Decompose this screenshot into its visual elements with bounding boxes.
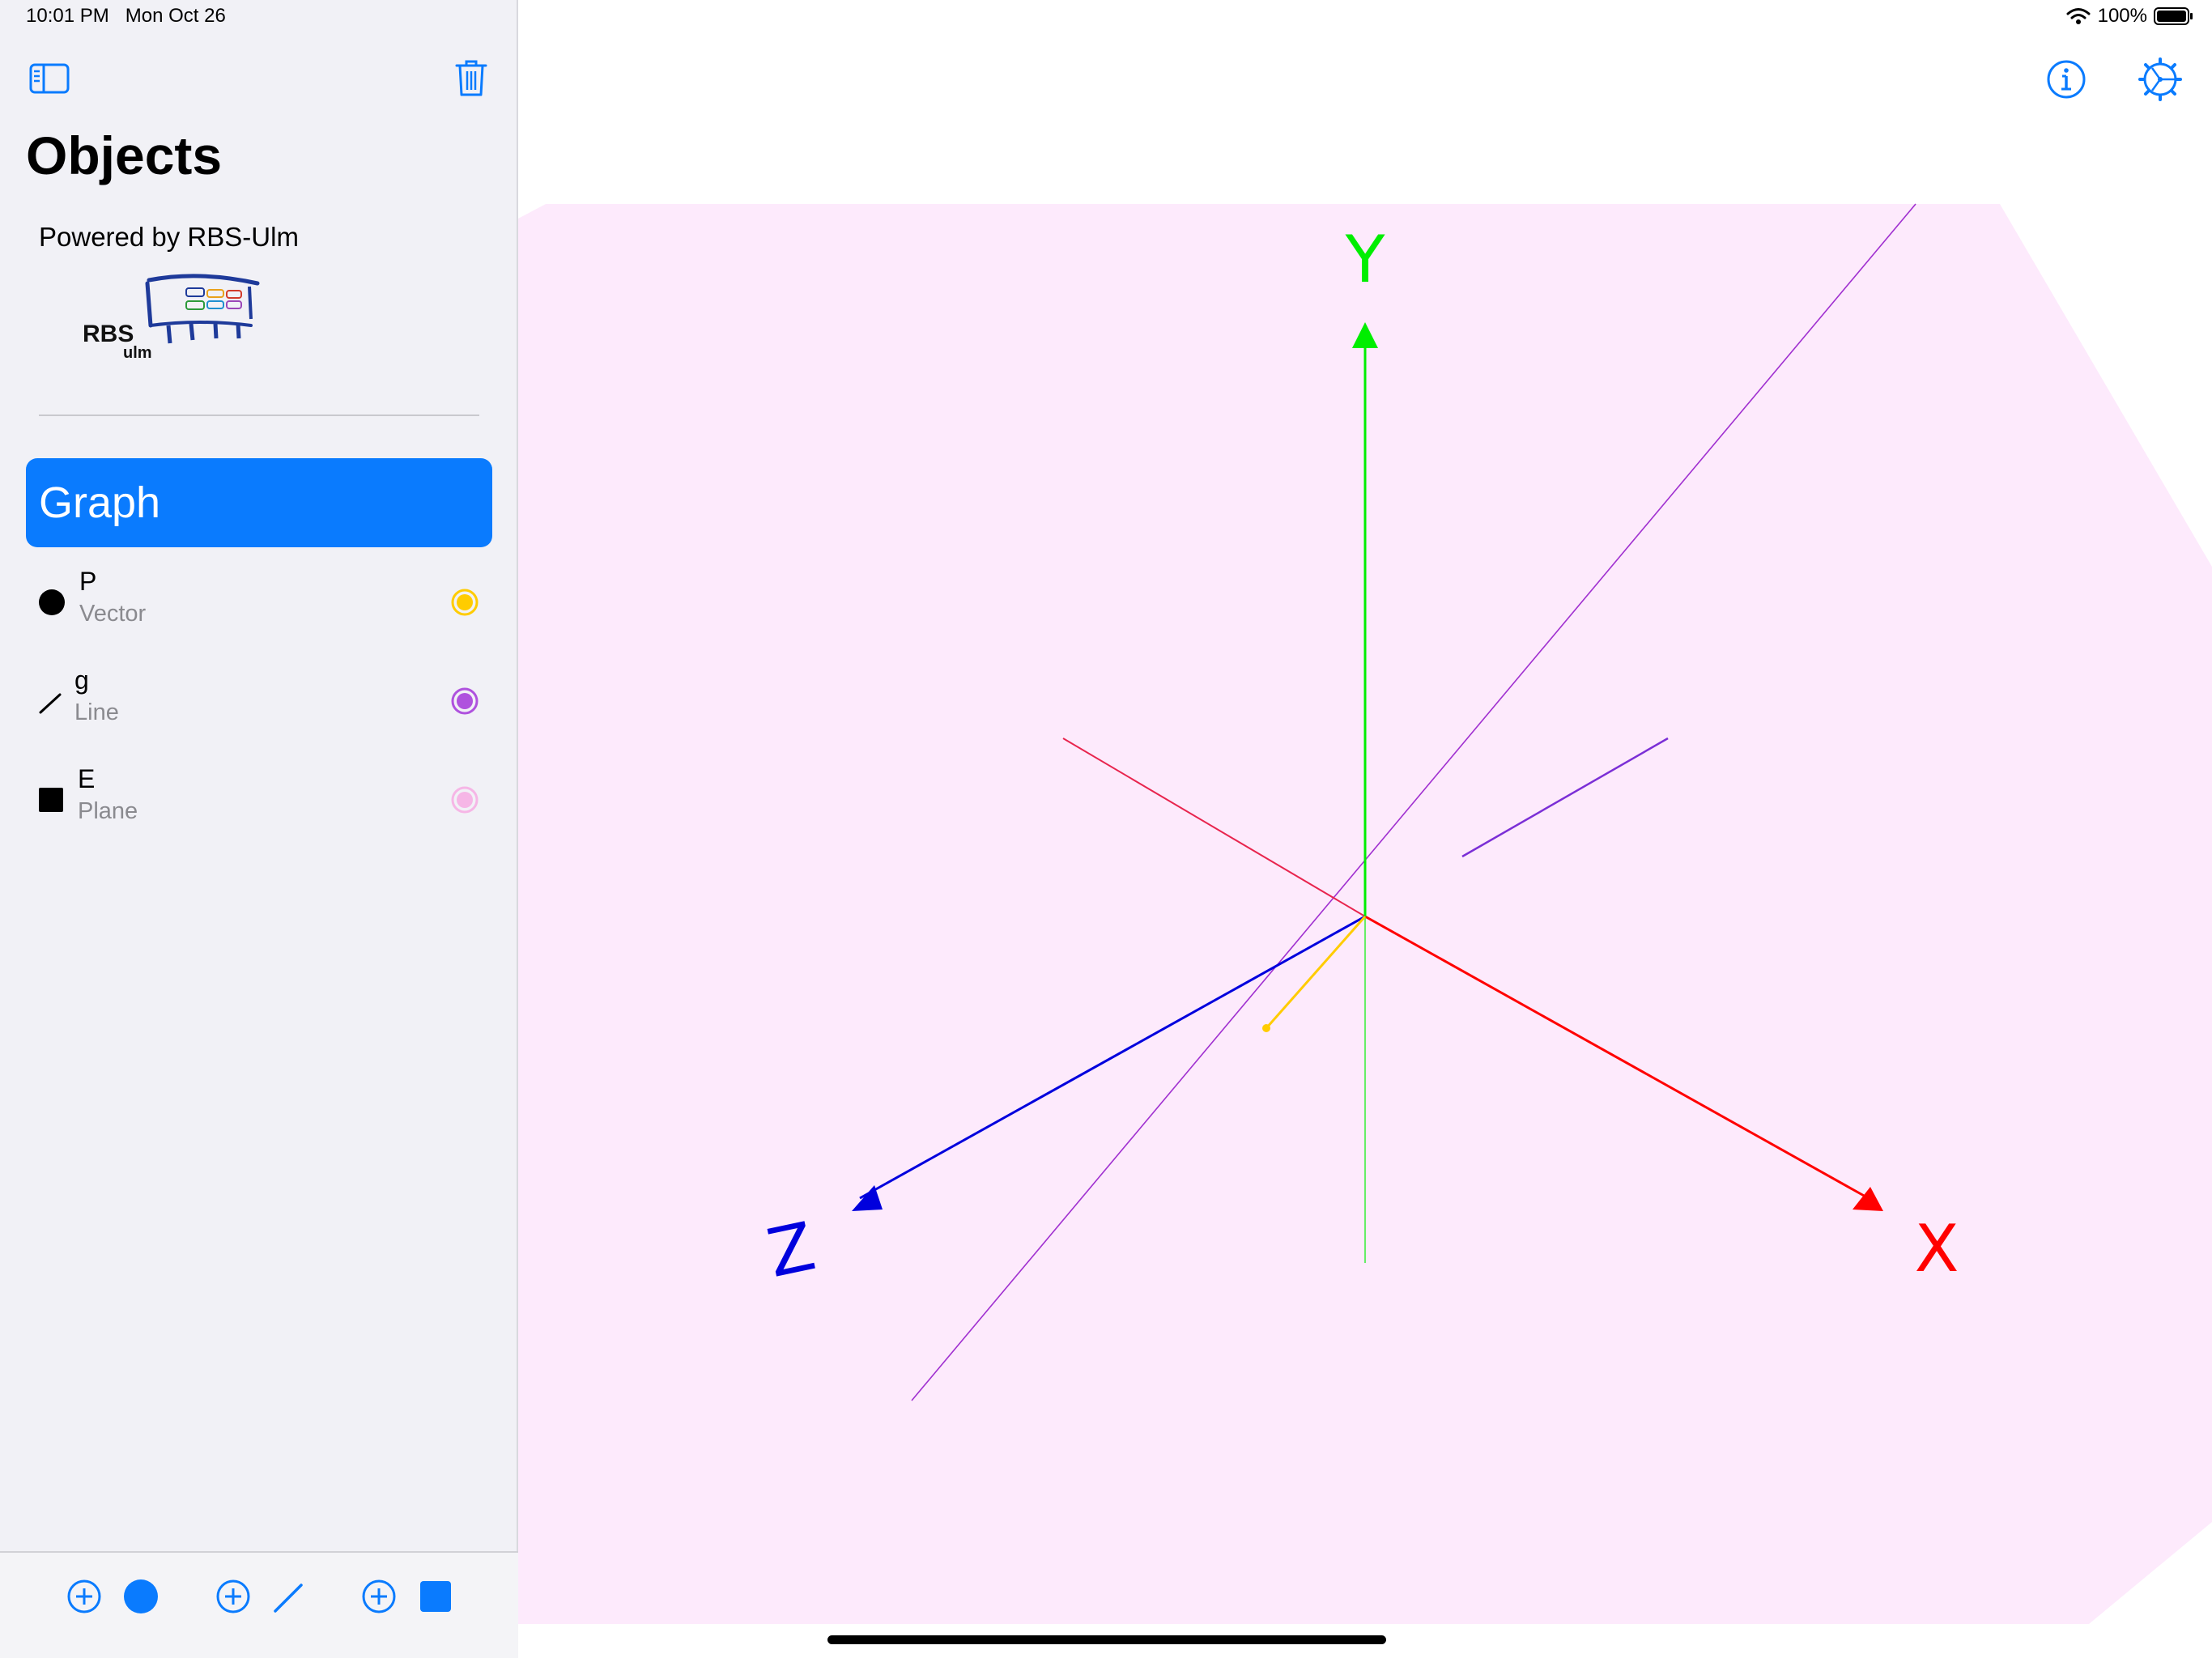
visibility-toggle-icon[interactable] xyxy=(450,687,479,716)
add-plane-square-icon[interactable] xyxy=(416,1577,455,1616)
x-axis-label: X xyxy=(1915,1211,1959,1286)
object-type: Line xyxy=(74,699,119,725)
settings-gear-icon[interactable] xyxy=(2138,57,2183,102)
battery-icon xyxy=(2154,7,2193,25)
home-indicator xyxy=(827,1635,1386,1644)
graph-canvas[interactable]: Y X Z 100% xyxy=(518,0,2212,1658)
3d-scene[interactable]: Y X Z xyxy=(518,0,2212,1658)
powered-by-text: Powered by RBS-Ulm xyxy=(39,222,299,252)
trash-icon[interactable] xyxy=(450,53,492,102)
sidebar-toggle-icon[interactable] xyxy=(24,58,74,99)
y-axis-label: Y xyxy=(1345,222,1386,297)
add-vector-circle-icon[interactable] xyxy=(121,1577,160,1616)
info-icon[interactable] xyxy=(2045,58,2087,100)
object-type: Vector xyxy=(79,601,147,627)
object-name: g xyxy=(74,665,89,695)
object-type: Plane xyxy=(78,798,138,824)
add-line-plus-icon[interactable] xyxy=(214,1577,253,1616)
square-icon xyxy=(39,788,63,812)
status-right: 100% xyxy=(2065,5,2194,28)
wifi-icon xyxy=(2066,8,2091,24)
add-plane-plus-icon[interactable] xyxy=(359,1577,398,1616)
object-row-vector[interactable]: P Vector xyxy=(0,563,518,648)
logo-sub-text: ulm xyxy=(123,344,152,362)
add-line-icon[interactable] xyxy=(269,1577,308,1616)
visibility-toggle-icon[interactable] xyxy=(450,588,479,617)
battery-percent: 100% xyxy=(2097,5,2147,27)
graph-row[interactable]: Graph xyxy=(26,458,492,547)
circle-icon xyxy=(39,589,65,615)
sidebar: 10:01 PM Mon Oct 26 Objects Powered by R xyxy=(0,0,518,1658)
object-row-line[interactable]: g Line xyxy=(0,662,518,746)
object-name: E xyxy=(78,764,96,793)
add-vector-plus-icon[interactable] xyxy=(65,1577,104,1616)
status-time: 10:01 PM Mon Oct 26 xyxy=(26,5,226,27)
graph-label: Graph xyxy=(39,478,161,527)
bottom-toolbar xyxy=(0,1551,518,1658)
divider xyxy=(39,414,479,416)
object-name: P xyxy=(79,567,97,596)
page-title: Objects xyxy=(26,125,223,185)
rbs-ulm-logo: RBS ulm xyxy=(78,269,266,364)
line-icon xyxy=(39,693,62,714)
vector-p-tip[interactable] xyxy=(1262,1024,1270,1032)
object-row-plane[interactable]: E Plane xyxy=(0,761,518,845)
visibility-toggle-icon[interactable] xyxy=(450,785,479,814)
